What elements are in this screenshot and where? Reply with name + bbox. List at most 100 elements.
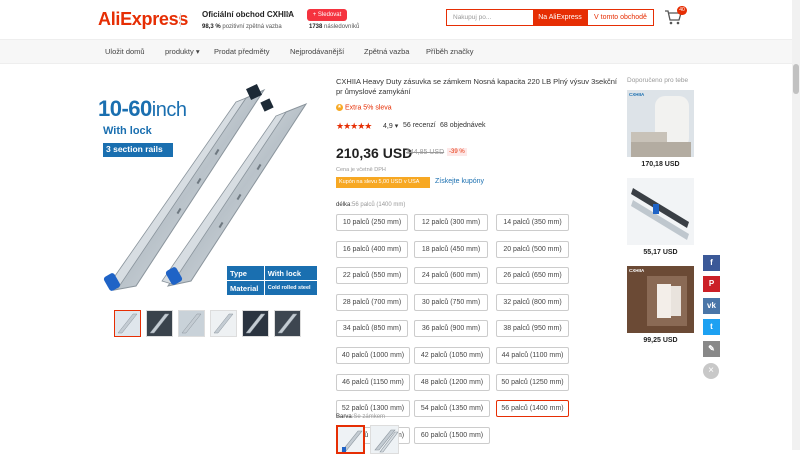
gallery-section-rails: 3 section rails [103,143,173,157]
length-option[interactable]: 24 palců (600 mm) [414,267,488,285]
rating-value[interactable]: 4,9 ▾ [383,122,398,130]
original-price: 344,85 USD [406,149,445,156]
edit-icon[interactable]: ✎ [703,340,720,357]
color-label: Barva:Se zámkem [336,414,385,420]
rating-stars[interactable]: ★★★★★ [336,121,372,132]
length-option[interactable]: 16 palců (400 mm) [336,240,408,258]
recommendation-price-1[interactable]: 170,18 USD [627,161,694,168]
followers-number: 1738 [309,24,323,30]
thumbnail-image [181,313,202,334]
length-option[interactable]: 18 palců (450 mm) [414,240,488,258]
recommendation-image-3[interactable]: CXHIIA [627,266,694,333]
follow-button[interactable]: + Sledovat [307,9,347,21]
length-option[interactable]: 42 palců (1050 mm) [414,347,490,364]
nav-item-bestsellers[interactable]: Nejprodávanější [290,47,344,56]
thumbnail-5[interactable] [242,310,269,337]
length-option[interactable]: 10 palců (250 mm) [336,214,408,231]
recommendation-product-image [627,266,694,333]
length-option[interactable]: 34 palců (850 mm) [336,320,408,338]
length-option[interactable]: 28 palců (700 mm) [336,293,408,311]
thumbnail-image [149,313,170,334]
reviews-count[interactable]: 56 recenzí [403,122,436,129]
store-rating: 98,3 % pozitivní zpětná vazba [202,24,282,30]
thumbnail-image [245,313,266,334]
search-input[interactable]: Nakupuj po... [446,9,533,26]
spec-material-label: Material [226,280,265,296]
followers-text: následovníků [324,24,360,30]
vat-note: Cena je včetně DPH [336,167,386,173]
get-coupons-link[interactable]: Získejte kupóny [435,178,484,185]
length-option[interactable]: 56 palců (1400 mm) [496,400,569,418]
length-option[interactable]: 26 palců (650 mm) [496,267,569,285]
length-option[interactable]: 20 palců (500 mm) [496,240,569,258]
nav-item-store-home[interactable]: Uložit domů [105,47,145,56]
length-option[interactable]: 50 palců (1250 mm) [496,373,569,391]
length-option[interactable]: 40 palců (1000 mm) [336,347,410,364]
length-option[interactable]: 36 palců (900 mm) [414,320,488,338]
nav-item-products[interactable]: produkty ▾ [165,47,200,56]
search-aliexpress-button[interactable]: Na AliExpress [533,9,587,26]
thumbnail-3[interactable] [178,310,205,337]
thumbnail-4[interactable] [210,310,237,337]
recommendations-title: Doporučeno pro tebe [627,77,689,84]
close-icon[interactable]: × [703,363,719,379]
gallery-spec-table: Type With lock Material Cold rolled stee… [226,265,319,296]
length-option[interactable]: 14 palců (350 mm) [496,214,569,231]
length-selected-value: :56 palců (1400 mm) [350,202,406,208]
color-label-text: Barva [336,414,352,420]
length-option[interactable]: 48 palců (1200 mm) [414,373,490,391]
length-label: délka:56 palců (1400 mm) [336,202,405,208]
star-badge-icon: ★ [336,104,343,111]
followers-count: 1738 následovníků [309,24,359,30]
color-option-image [374,429,399,453]
thumbnail-1[interactable] [114,310,141,337]
thumbnail-image [213,313,234,334]
pinterest-icon[interactable]: P [703,276,720,293]
coupon-badge[interactable]: Kupón na slevu 5,00 USD v USA [336,177,430,188]
length-option[interactable]: 54 palců (1350 mm) [414,400,490,418]
gallery-size-range: 10-60 [98,96,152,121]
store-nav-bar: Uložit domů produkty ▾ Prodat předměty N… [0,40,800,64]
length-option[interactable]: 32 palců (800 mm) [496,293,569,311]
discount-badge: -39 % [447,148,467,156]
length-option[interactable]: 46 palců (1150 mm) [336,373,410,391]
color-selected-value: :Se zámkem [351,414,386,420]
extra-discount-label: Extra 5% sleva [345,104,392,112]
nav-item-feedback[interactable]: Zpětná vazba [364,47,409,56]
length-option[interactable]: 12 palců (300 mm) [414,214,488,231]
aliexpress-logo[interactable]: AliExpress [98,9,188,30]
header-divider [180,13,181,27]
spec-type-value: With lock [263,265,319,281]
recommendation-price-3[interactable]: 99,25 USD [627,337,694,344]
nav-products-label: produkty [165,47,194,56]
length-option[interactable]: 60 palců (1500 mm) [414,426,490,444]
recommendation-price-2[interactable]: 55,17 USD [627,249,694,256]
gallery-with-lock: With lock [103,125,152,137]
chevron-down-icon[interactable]: ▾ [286,10,290,18]
nav-item-sale-items[interactable]: Prodat předměty [214,47,269,56]
search-store-button[interactable]: V tomto obchodě [587,9,654,26]
chevron-down-icon: ▾ [195,47,200,56]
store-name[interactable]: Oficiální obchod CXHIIA [202,10,294,19]
rating-number: 4,9 [383,123,393,130]
extra-discount[interactable]: ★ Extra 5% sleva [336,104,392,111]
length-option[interactable]: 22 palců (550 mm) [336,267,408,285]
cart-count-badge: 40 [677,6,687,15]
twitter-icon[interactable]: t [703,319,720,336]
scrollbar-thumb[interactable] [793,64,799,94]
recommendation-image-2[interactable] [627,178,694,245]
length-option[interactable]: 38 palců (950 mm) [496,320,569,338]
length-option[interactable]: 30 palců (750 mm) [414,293,488,311]
recommendation-product-image [627,90,694,157]
facebook-icon[interactable]: f [703,255,720,271]
thumbnail-2[interactable] [146,310,173,337]
chevron-down-icon: ▾ [394,123,399,130]
thumbnail-6[interactable] [274,310,301,337]
spec-material-value: Cold rolled steel [263,280,319,296]
vk-icon[interactable]: vk [703,297,720,314]
length-option[interactable]: 44 palců (1100 mm) [496,347,569,364]
recommendation-image-1[interactable]: CXHIIA [627,90,694,157]
current-price: 210,36 USD [336,145,413,161]
nav-item-brand-story[interactable]: Příběh značky [426,47,474,56]
store-rating-value: 98,3 % [202,24,221,30]
